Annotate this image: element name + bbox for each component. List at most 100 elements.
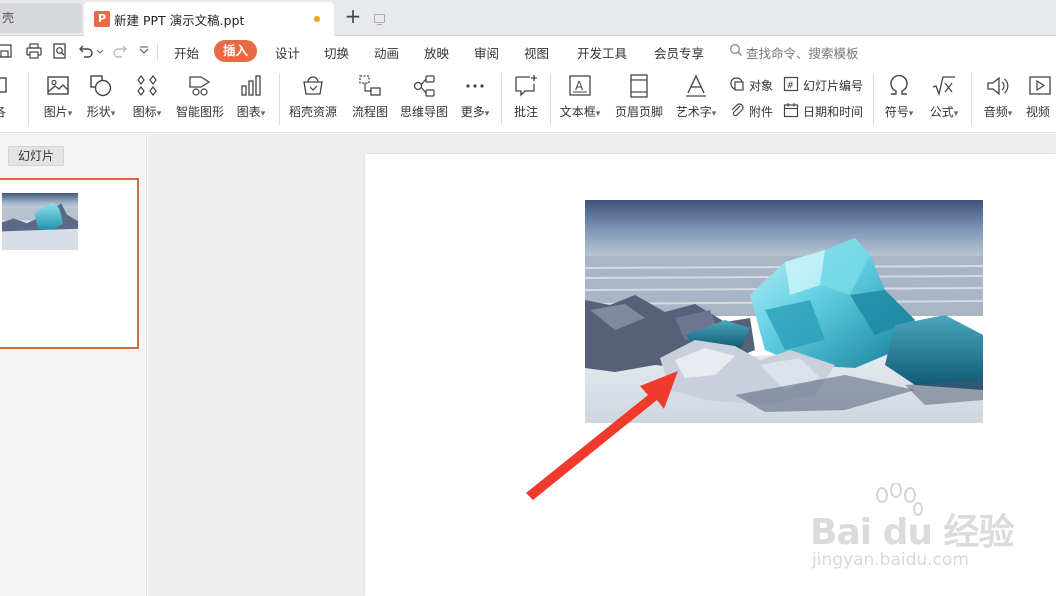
ribbon-divider bbox=[28, 73, 29, 125]
new-slide-icon bbox=[0, 77, 7, 93]
flowchart-icon bbox=[359, 75, 381, 96]
watermark-main-text: Bai du 经验 bbox=[810, 512, 1015, 553]
ribbon-divider bbox=[971, 73, 972, 125]
chart-label: 图表▾ bbox=[236, 105, 266, 119]
screen-icon[interactable] bbox=[374, 14, 385, 25]
wordart-button[interactable]: 艺术字▾ bbox=[671, 73, 721, 127]
shape-icon bbox=[90, 75, 112, 97]
more-label: 更多▾ bbox=[460, 105, 490, 119]
header-footer-button[interactable]: 页眉页脚 bbox=[612, 73, 666, 127]
mindmap-icon bbox=[413, 75, 435, 97]
tab-previous-label: 壳 bbox=[2, 11, 15, 25]
slide-thumbnail[interactable] bbox=[0, 178, 139, 349]
menu-home[interactable]: 开始 bbox=[174, 43, 199, 62]
textbox-button[interactable]: A 文本框▾ bbox=[556, 73, 604, 127]
chart-button[interactable]: 图表▾ bbox=[232, 73, 270, 127]
menu-divider bbox=[157, 43, 158, 61]
print-preview-icon[interactable] bbox=[51, 42, 69, 60]
formula-icon bbox=[932, 76, 955, 97]
wordart-icon bbox=[686, 74, 706, 97]
object-icon bbox=[730, 77, 744, 91]
icon-icon bbox=[137, 75, 157, 96]
comment-label: 批注 bbox=[513, 105, 538, 119]
object-label: 对象 bbox=[749, 79, 774, 93]
tab-bar: 壳 P 新建 PPT 演示文稿.ppt + bbox=[0, 0, 1056, 36]
ribbon-divider bbox=[501, 73, 502, 125]
search-commands-input[interactable]: 查找命令、搜索模板 bbox=[746, 43, 859, 62]
undo-dropdown-icon[interactable] bbox=[95, 42, 105, 60]
search-icon bbox=[729, 43, 743, 57]
ribbon-divider bbox=[873, 73, 874, 125]
formula-button[interactable]: 公式▾ bbox=[924, 73, 964, 127]
comment-button[interactable]: 批注 bbox=[507, 73, 545, 127]
audio-button[interactable]: 音频▾ bbox=[978, 73, 1018, 127]
menu-transitions[interactable]: 切换 bbox=[324, 43, 349, 62]
tab-title: 新建 PPT 演示文稿.ppt bbox=[114, 13, 245, 28]
attachment-label: 附件 bbox=[749, 105, 774, 119]
audio-label: 音频▾ bbox=[983, 105, 1013, 119]
new-slide-label: 各 bbox=[0, 103, 14, 120]
flowchart-label: 流程图 bbox=[351, 105, 388, 119]
attachment-icon bbox=[731, 103, 744, 117]
icon-label: 图标▾ bbox=[132, 105, 162, 119]
comment-icon bbox=[515, 75, 537, 97]
icon-button[interactable]: 图标▾ bbox=[128, 73, 166, 127]
menu-row: 开始 插入 设计 切换 动画 放映 审阅 视图 开发工具 会员专享 查找命令、搜… bbox=[0, 37, 1056, 67]
print-icon[interactable] bbox=[25, 42, 43, 60]
date-time-icon bbox=[783, 103, 799, 118]
mindmap-label: 思维导图 bbox=[399, 105, 448, 119]
watermark-url: jingyan.baidu.com bbox=[812, 550, 969, 570]
tab-active-document[interactable]: P 新建 PPT 演示文稿.ppt bbox=[84, 2, 385, 36]
inserted-picture[interactable] bbox=[585, 200, 983, 423]
ppt-logo-icon: P bbox=[94, 11, 110, 27]
audio-icon bbox=[987, 76, 1009, 96]
customize-quick-access-icon[interactable] bbox=[138, 42, 150, 60]
mindmap-button[interactable]: 思维导图 bbox=[396, 73, 452, 127]
textbox-icon: A bbox=[569, 75, 591, 96]
flowchart-button[interactable]: 流程图 bbox=[348, 73, 392, 127]
smart-graphic-button[interactable]: 智能图形 bbox=[172, 73, 228, 127]
menu-slideshow[interactable]: 放映 bbox=[424, 43, 449, 62]
attachment-button[interactable]: 附件 bbox=[729, 101, 779, 121]
more-button[interactable]: 更多▾ bbox=[456, 73, 494, 127]
add-tab-button[interactable]: + bbox=[342, 4, 364, 28]
picture-label: 图片▾ bbox=[43, 105, 73, 119]
date-time-label: 日期和时间 bbox=[803, 105, 864, 119]
more-icon bbox=[466, 84, 484, 88]
docer-resources-button[interactable]: 稻壳资源 bbox=[286, 73, 340, 127]
menu-view[interactable]: 视图 bbox=[524, 43, 549, 62]
formula-label: 公式▾ bbox=[929, 105, 959, 119]
slide-number-icon: # bbox=[783, 76, 799, 92]
slides-tab[interactable]: 幻灯片 bbox=[8, 146, 64, 166]
date-time-button[interactable]: 日期和时间 bbox=[783, 101, 869, 121]
object-button[interactable]: 对象 bbox=[729, 75, 779, 95]
new-slide-button-partial[interactable]: 各 bbox=[0, 73, 14, 127]
save-icon[interactable] bbox=[0, 42, 14, 60]
picture-button[interactable]: 图片▾ bbox=[36, 73, 80, 127]
symbol-icon bbox=[890, 74, 908, 95]
menu-developer-tools[interactable]: 开发工具 bbox=[577, 43, 627, 62]
menu-member-exclusive[interactable]: 会员专享 bbox=[654, 43, 704, 62]
menu-insert[interactable]: 插入 bbox=[214, 40, 258, 62]
undo-icon[interactable] bbox=[77, 42, 95, 60]
shape-button[interactable]: 形状▾ bbox=[82, 73, 120, 127]
tab-previous[interactable]: 壳 bbox=[0, 3, 82, 33]
smart-graphic-icon bbox=[189, 76, 211, 96]
menu-design[interactable]: 设计 bbox=[275, 43, 300, 62]
menu-review[interactable]: 审阅 bbox=[474, 43, 499, 62]
menu-animations[interactable]: 动画 bbox=[374, 43, 399, 62]
video-label: 视频 bbox=[1026, 105, 1051, 119]
header-footer-icon bbox=[630, 74, 648, 98]
svg-text:#: # bbox=[787, 81, 795, 91]
textbox-label: 文本框▾ bbox=[559, 105, 601, 119]
unsaved-dot-icon bbox=[314, 16, 320, 22]
slide-number-label: 幻灯片编号 bbox=[803, 79, 864, 93]
docer-icon bbox=[303, 76, 323, 95]
redo-icon[interactable] bbox=[111, 42, 129, 60]
smart-graphic-label: 智能图形 bbox=[175, 105, 224, 119]
slide-number-button[interactable]: # 幻灯片编号 bbox=[783, 75, 869, 95]
symbol-button[interactable]: 符号▾ bbox=[879, 73, 919, 127]
wordart-label: 艺术字▾ bbox=[675, 105, 717, 119]
ribbon-divider bbox=[279, 73, 280, 125]
video-button[interactable]: 视频 bbox=[1024, 73, 1056, 127]
